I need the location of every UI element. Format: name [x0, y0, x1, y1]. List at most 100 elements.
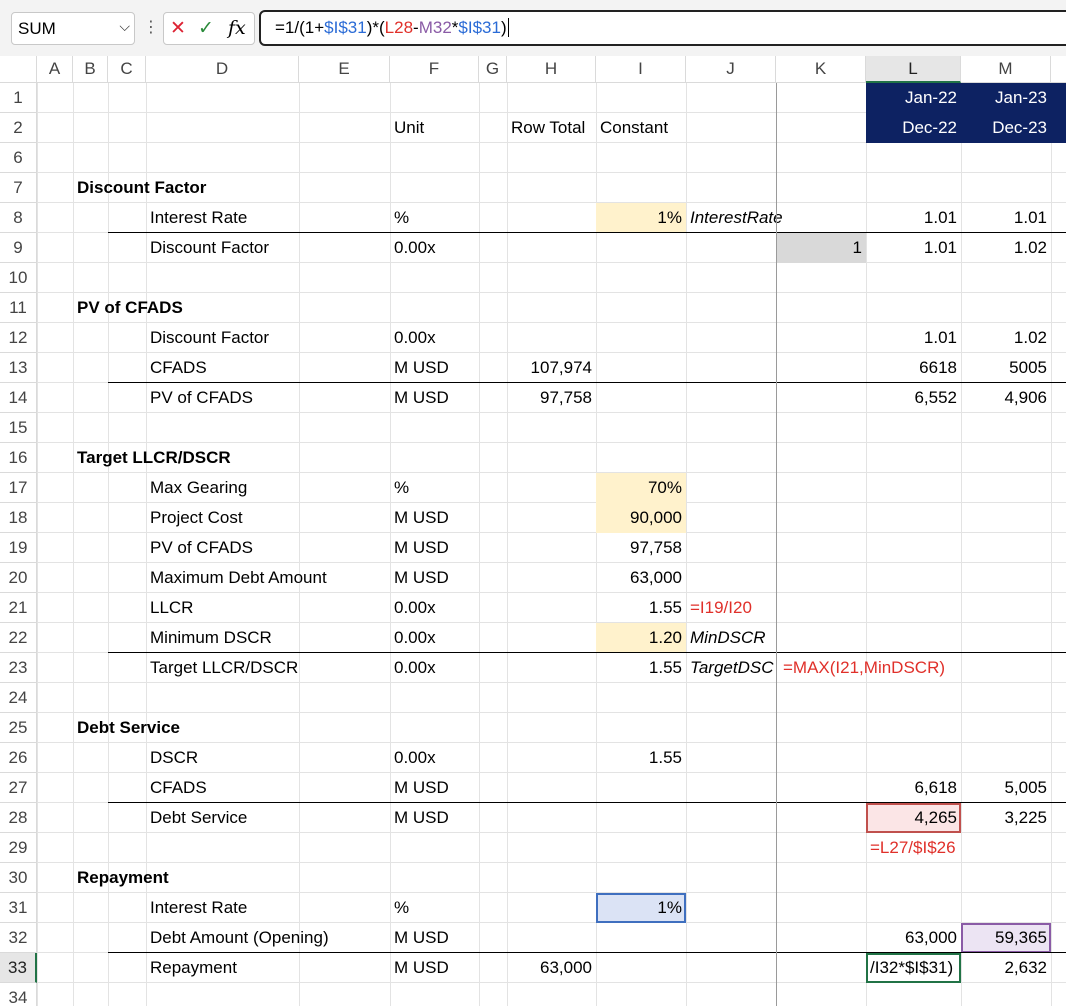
row-header-15[interactable]: 15 [0, 413, 37, 443]
row-header-27[interactable]: 27 [0, 773, 37, 803]
name-box[interactable]: SUM ⌵ [11, 12, 135, 45]
column-header-d[interactable]: D [146, 56, 299, 83]
section-title[interactable]: Discount Factor [73, 173, 373, 203]
cell-i22[interactable]: 1.20 [596, 623, 686, 653]
confirm-icon[interactable]: ✓ [198, 17, 214, 40]
row-label[interactable]: DSCR [146, 743, 386, 773]
cell-m28[interactable]: 3,225 [961, 803, 1051, 833]
select-all-corner[interactable] [0, 56, 37, 83]
cell-i21[interactable]: 1.55 [596, 593, 686, 623]
cell-l13[interactable]: 6618 [866, 353, 961, 383]
column-header-g[interactable]: G [479, 56, 507, 83]
row-header-17[interactable]: 17 [0, 473, 37, 503]
column-header-b[interactable]: B [73, 56, 108, 83]
row-header-33[interactable]: 33 [0, 953, 37, 983]
unit-cell[interactable]: 0.00x [390, 623, 479, 653]
row-label[interactable]: Max Gearing [146, 473, 386, 503]
column-header-f[interactable]: F [390, 56, 479, 83]
unit-cell[interactable]: M USD [390, 383, 479, 413]
unit-cell[interactable]: 0.00x [390, 653, 479, 683]
formula-annotation[interactable]: =MAX(I21,MinDSCR) [779, 653, 979, 683]
row-header-21[interactable]: 21 [0, 593, 37, 623]
cell-l27[interactable]: 6,618 [866, 773, 961, 803]
row-label[interactable]: PV of CFADS [146, 533, 386, 563]
cell-i26[interactable]: 1.55 [596, 743, 686, 773]
cell-i18[interactable]: 90,000 [596, 503, 686, 533]
cell-k9[interactable]: 1 [776, 233, 866, 263]
cell-m9[interactable]: 1.02 [961, 233, 1051, 263]
cell-h33[interactable]: 63,000 [507, 953, 596, 983]
cell-l8[interactable]: 1.01 [866, 203, 961, 233]
row-header-10[interactable]: 10 [0, 263, 37, 293]
cell-l32[interactable]: 63,000 [866, 923, 961, 953]
cell-i31[interactable]: 1% [596, 893, 686, 923]
column-header-i[interactable]: I [596, 56, 686, 83]
row-header-6[interactable]: 6 [0, 143, 37, 173]
range-name[interactable]: InterestRate [686, 203, 796, 233]
cell-m14[interactable]: 4,906 [961, 383, 1051, 413]
unit-cell[interactable]: M USD [390, 563, 479, 593]
active-cell-editing[interactable]: /I32*$I$31) [866, 953, 961, 983]
cell-h14[interactable]: 97,758 [507, 383, 596, 413]
formula-input[interactable]: =1/(1+$I$31)*(L28-M32*$I$31) [259, 10, 1066, 46]
row-header-12[interactable]: 12 [0, 323, 37, 353]
row-header-7[interactable]: 7 [0, 173, 37, 203]
row-header-13[interactable]: 13 [0, 353, 37, 383]
row-label[interactable]: CFADS [146, 773, 386, 803]
row-header-1[interactable]: 1 [0, 83, 37, 113]
row-header-29[interactable]: 29 [0, 833, 37, 863]
formula-annotation[interactable]: =I19/I20 [686, 593, 796, 623]
section-title[interactable]: PV of CFADS [73, 293, 373, 323]
unit-cell[interactable]: M USD [390, 533, 479, 563]
row-label[interactable]: Interest Rate [146, 893, 386, 923]
row-header-20[interactable]: 20 [0, 563, 37, 593]
row-header-14[interactable]: 14 [0, 383, 37, 413]
unit-cell[interactable]: 0.00x [390, 743, 479, 773]
cell-i17[interactable]: 70% [596, 473, 686, 503]
column-header-h[interactable]: H [507, 56, 596, 83]
row-header-31[interactable]: 31 [0, 893, 37, 923]
row-label[interactable]: Project Cost [146, 503, 386, 533]
column-header-l[interactable]: L [866, 56, 961, 83]
formula-annotation[interactable]: =L27/$I$26 [866, 833, 996, 863]
cell-i23[interactable]: 1.55 [596, 653, 686, 683]
unit-cell[interactable]: 0.00x [390, 233, 479, 263]
row-label[interactable]: Interest Rate [146, 203, 386, 233]
row-label[interactable]: LLCR [146, 593, 386, 623]
row-label[interactable]: Debt Amount (Opening) [146, 923, 386, 953]
cell-i20[interactable]: 63,000 [596, 563, 686, 593]
unit-cell[interactable]: 0.00x [390, 593, 479, 623]
row-header-32[interactable]: 32 [0, 923, 37, 953]
column-header-k[interactable]: K [776, 56, 866, 83]
unit-cell[interactable]: M USD [390, 353, 479, 383]
row-header-19[interactable]: 19 [0, 533, 37, 563]
row-label[interactable]: PV of CFADS [146, 383, 386, 413]
header-constant[interactable]: Constant [596, 113, 686, 143]
cell-m12[interactable]: 1.02 [961, 323, 1051, 353]
row-header-16[interactable]: 16 [0, 443, 37, 473]
cell-m27[interactable]: 5,005 [961, 773, 1051, 803]
unit-cell[interactable]: 0.00x [390, 323, 479, 353]
row-header-26[interactable]: 26 [0, 743, 37, 773]
cell-i19[interactable]: 97,758 [596, 533, 686, 563]
header-unit[interactable]: Unit [390, 113, 479, 143]
row-header-30[interactable]: 30 [0, 863, 37, 893]
insert-function-icon[interactable]: fx [228, 17, 246, 39]
unit-cell[interactable]: % [390, 473, 479, 503]
row-label[interactable]: Target LLCR/DSCR [146, 653, 386, 683]
cell-i8[interactable]: 1% [596, 203, 686, 233]
row-label[interactable]: Minimum DSCR [146, 623, 386, 653]
row-header-23[interactable]: 23 [0, 653, 37, 683]
range-name[interactable]: TargetDSC [686, 653, 776, 683]
period-start-m[interactable]: Jan-23 [961, 83, 1051, 113]
unit-cell[interactable]: M USD [390, 803, 479, 833]
row-header-34[interactable]: 34 [0, 983, 37, 1006]
column-header-e[interactable]: E [299, 56, 390, 83]
chevron-down-icon[interactable]: ⌵ [119, 18, 130, 35]
cell-m33[interactable]: 2,632 [961, 953, 1051, 983]
period-end-l[interactable]: Dec-22 [866, 113, 961, 143]
row-header-11[interactable]: 11 [0, 293, 37, 323]
row-label[interactable]: Maximum Debt Amount [146, 563, 386, 593]
unit-cell[interactable]: M USD [390, 503, 479, 533]
row-header-8[interactable]: 8 [0, 203, 37, 233]
